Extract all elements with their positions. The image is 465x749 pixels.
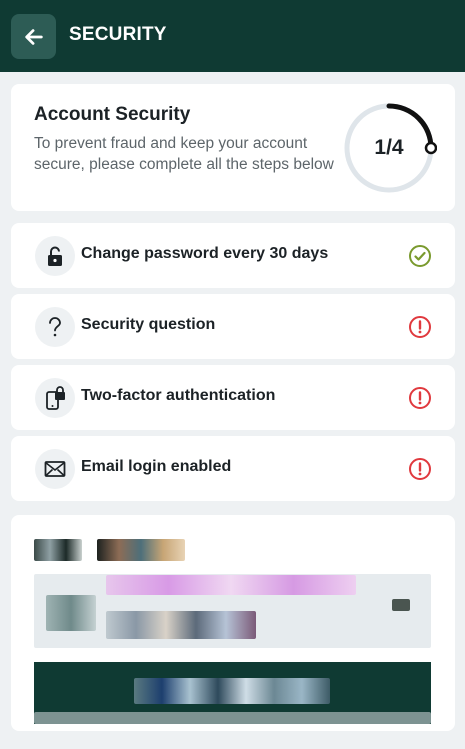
question-icon: [49, 317, 61, 337]
page-title: SECURITY: [69, 24, 167, 45]
redacted-heading: [97, 539, 185, 561]
redacted-card: [11, 515, 455, 731]
step-email-login[interactable]: Email login enabled: [11, 436, 455, 501]
redacted-footer-strip: [34, 712, 431, 724]
step-label: Two-factor authentication: [81, 387, 276, 404]
alert-circle-icon: [409, 458, 431, 480]
step-change-password[interactable]: Change password every 30 days: [11, 223, 455, 288]
alert-circle-icon: [409, 387, 431, 409]
phone-lock-icon: [46, 386, 65, 410]
back-button[interactable]: [11, 14, 56, 59]
top-bar: SECURITY: [0, 0, 465, 72]
step-icon-circle: [35, 236, 75, 276]
step-two-factor[interactable]: Two-factor authentication: [11, 365, 455, 430]
summary-title: Account Security: [34, 104, 191, 125]
redacted-button-label: [134, 678, 330, 704]
step-icon-circle: [35, 307, 75, 347]
step-label: Security question: [81, 316, 216, 333]
summary-description: To prevent fraud and keep your account s…: [34, 135, 334, 173]
arrow-left-icon: [24, 28, 43, 45]
lock-icon: [48, 246, 62, 266]
redacted-text: [392, 599, 410, 611]
step-icon-circle: [35, 378, 75, 418]
redacted-text: [106, 611, 256, 639]
check-circle-icon: [409, 245, 431, 267]
step-icon-circle: [35, 449, 75, 489]
step-label: Change password every 30 days: [81, 245, 329, 262]
step-label: Email login enabled: [81, 458, 232, 475]
redacted-heading: [34, 539, 82, 561]
progress-text: 1/4: [374, 136, 404, 159]
progress-ring: 1/4: [341, 100, 438, 196]
redacted-text: [106, 575, 356, 595]
envelope-icon: [44, 461, 66, 477]
redacted-text: [46, 595, 96, 631]
account-security-summary-card: Account Security To prevent fraud and ke…: [11, 84, 455, 211]
step-security-question[interactable]: Security question: [11, 294, 455, 359]
alert-circle-icon: [409, 316, 431, 338]
